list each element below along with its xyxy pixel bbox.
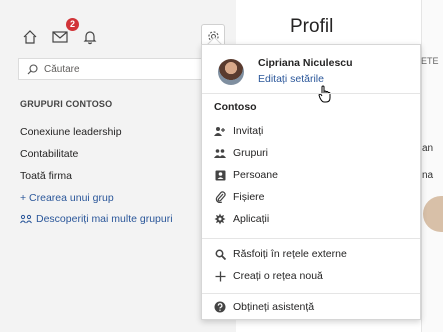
menu-item-files[interactable]: Fișiere	[214, 188, 414, 206]
hand-cursor-icon	[318, 85, 331, 103]
mail-icon	[52, 31, 68, 43]
menu-item-create-network[interactable]: Creați o rețea nouă	[214, 267, 414, 285]
search-icon	[27, 63, 38, 74]
discover-groups-icon	[20, 214, 32, 224]
search-icon	[214, 248, 226, 260]
menu-item-label: Răsfoiți în rețele externe	[233, 248, 347, 260]
edit-settings-link[interactable]: Editați setările	[258, 73, 324, 85]
user-name: Cipriana Niculescu	[258, 57, 353, 69]
discover-groups-link[interactable]: Descoperiți mai multe grupuri	[20, 213, 173, 225]
groups-icon	[214, 147, 226, 159]
menu-item-label: Creați o rețea nouă	[233, 270, 323, 282]
divider	[202, 238, 420, 239]
network-name: Contoso	[214, 101, 257, 113]
inbox-button[interactable]: 2	[48, 18, 79, 48]
menu-item-apps[interactable]: Aplicații	[214, 210, 414, 228]
avatar	[218, 59, 244, 85]
menu-item-people[interactable]: Persoane	[214, 166, 414, 184]
home-button[interactable]	[18, 26, 42, 48]
menu-item-label: Aplicații	[233, 213, 270, 225]
sidebar-item-accounting[interactable]: Contabilitate	[20, 148, 78, 160]
menu-item-invite[interactable]: Invitați	[214, 122, 414, 140]
plus-icon	[214, 270, 226, 282]
people-icon	[214, 169, 226, 181]
groups-heading: GRUPURI CONTOSO	[20, 99, 113, 109]
search-box[interactable]: Căutare	[18, 58, 228, 80]
apps-icon	[214, 213, 226, 225]
search-placeholder: Căutare	[44, 63, 80, 75]
help-icon	[214, 301, 226, 313]
discover-groups-label: Descoperiți mai multe grupuri	[36, 213, 173, 225]
profile-background	[421, 0, 443, 332]
settings-dropdown: Cipriana Niculescu Editați setările Cont…	[201, 44, 421, 320]
home-icon	[23, 30, 37, 44]
divider	[202, 293, 420, 294]
page-title: Profil	[290, 16, 334, 37]
menu-item-label: Persoane	[233, 169, 278, 181]
files-icon	[214, 191, 226, 203]
divider	[202, 93, 420, 94]
app-window: 2 Căutare GRUPURI CONTOSO Conexiune lead…	[0, 0, 443, 332]
create-group-link[interactable]: + Crearea unui grup	[20, 192, 114, 204]
menu-item-label: Fișiere	[233, 191, 265, 203]
menu-item-label: Invitați	[233, 125, 264, 137]
notifications-button[interactable]	[78, 26, 102, 48]
sidebar-item-leadership[interactable]: Conexiune leadership	[20, 126, 122, 138]
background-text: an	[422, 143, 434, 154]
bell-icon	[83, 31, 97, 45]
menu-item-label: Grupuri	[233, 147, 269, 159]
background-text: ETE	[421, 56, 439, 66]
background-text: na	[422, 170, 434, 181]
menu-item-groups[interactable]: Grupuri	[214, 144, 414, 162]
menu-item-label: Obțineți asistență	[233, 301, 315, 313]
sidebar-item-all-company[interactable]: Toată firma	[20, 170, 72, 182]
menu-item-browse-networks[interactable]: Răsfoiți în rețele externe	[214, 245, 414, 263]
invite-icon	[214, 125, 226, 137]
menu-item-get-help[interactable]: Obțineți asistență	[214, 298, 414, 316]
